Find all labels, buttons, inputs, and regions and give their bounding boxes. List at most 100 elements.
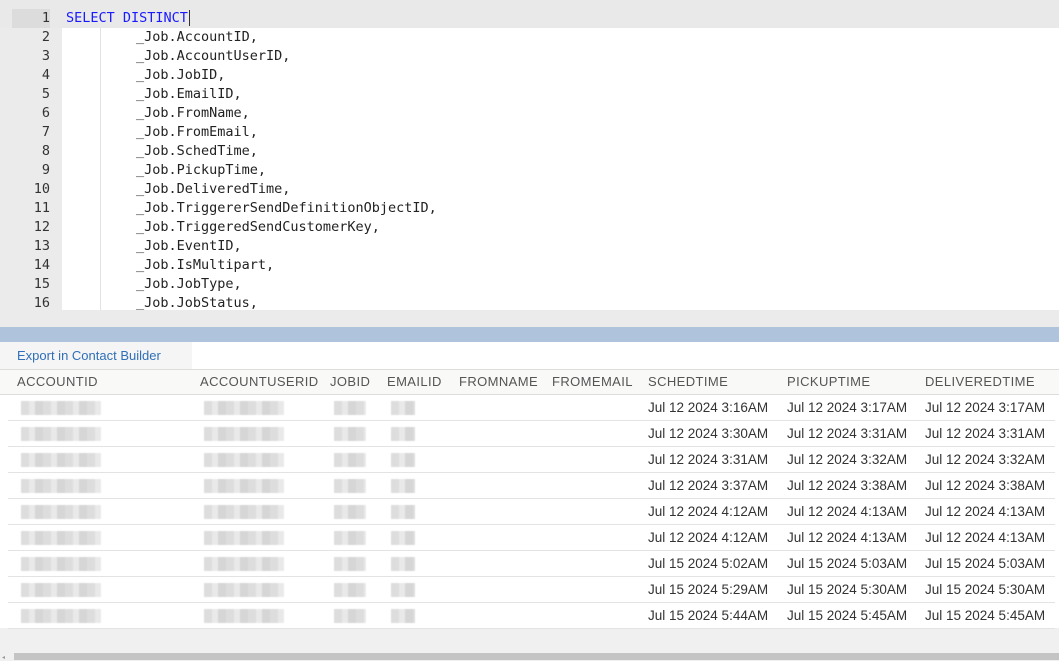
cell-deliveredtime: Jul 12 2024 4:13AM	[925, 504, 1046, 519]
code-line[interactable]: 5 _Job.EmailID,	[0, 85, 1059, 104]
column-header-accountuserid[interactable]: ACCOUNTUSERID	[200, 370, 319, 394]
redacted-cell-accountid	[21, 505, 101, 519]
code-text: _Job.DeliveredTime,	[136, 181, 291, 197]
redacted-cell-emailid	[391, 453, 415, 467]
redacted-cell-accountuserid	[204, 583, 284, 597]
code-line[interactable]: 9 _Job.PickupTime,	[0, 161, 1059, 180]
column-header-jobid[interactable]: JOBID	[330, 370, 370, 394]
cell-schedtime: Jul 12 2024 3:37AM	[648, 478, 769, 493]
pane-splitter[interactable]	[0, 327, 1059, 342]
results-rows: Jul 12 2024 3:16AM Jul 12 2024 3:17AM Jul …	[0, 395, 1059, 629]
code-line[interactable]: 11 _Job.TriggererSendDefinitionObjectID,	[0, 199, 1059, 218]
column-header-accountid[interactable]: ACCOUNTID	[17, 370, 98, 394]
column-header-deliveredtime[interactable]: DELIVEREDTIME	[925, 370, 1035, 394]
table-row[interactable]: Jul 12 2024 3:16AM Jul 12 2024 3:17AM Jul …	[8, 395, 1055, 421]
code-line[interactable]: 12 _Job.TriggeredSendCustomerKey,	[0, 218, 1059, 237]
cell-deliveredtime: Jul 12 2024 4:13AM	[925, 530, 1046, 545]
table-row[interactable]: Jul 12 2024 3:37AM Jul 12 2024 3:38AM Jul …	[8, 473, 1055, 499]
results-header-row: ACCOUNTID ACCOUNTUSERID JOBID EMAILID FROMNA…	[0, 369, 1059, 395]
redacted-cell-emailid	[391, 479, 415, 493]
code-line[interactable]: 8 _Job.SchedTime,	[0, 142, 1059, 161]
code-text: _Job.FromName,	[136, 105, 250, 121]
line-number: 10	[33, 181, 50, 197]
column-header-fromemail[interactable]: FROMEMAIL	[552, 370, 633, 394]
code-text: _Job.JobStatus,	[136, 295, 258, 310]
redacted-cell-jobid	[334, 609, 366, 623]
redacted-cell-accountid	[21, 427, 101, 441]
table-row[interactable]: Jul 15 2024 5:02AM Jul 15 2024 5:03AM Jul …	[8, 551, 1055, 577]
code-text: _Job.EventID,	[136, 238, 242, 254]
redacted-cell-accountuserid	[204, 427, 284, 441]
table-row[interactable]: Jul 12 2024 3:31AM Jul 12 2024 3:32AM Jul …	[8, 447, 1055, 473]
code-line[interactable]: 13 _Job.EventID,	[0, 237, 1059, 256]
redacted-cell-emailid	[391, 505, 415, 519]
line-number: 11	[33, 200, 50, 216]
redacted-cell-emailid	[391, 609, 415, 623]
results-panel: Export in Contact Builder ACCOUNTID ACCOU…	[0, 342, 1059, 629]
code-line[interactable]: 6 _Job.FromName,	[0, 104, 1059, 123]
code-text: _Job.FromEmail,	[136, 124, 258, 140]
horizontal-scrollbar[interactable]	[14, 653, 1059, 660]
code-text: _Job.AccountID,	[136, 29, 258, 45]
table-row[interactable]: Jul 12 2024 4:12AM Jul 12 2024 4:13AM Jul …	[8, 499, 1055, 525]
cell-pickuptime: Jul 15 2024 5:03AM	[787, 556, 908, 571]
column-header-pickuptime[interactable]: PICKUPTIME	[787, 370, 870, 394]
code-line[interactable]: 7 _Job.FromEmail,	[0, 123, 1059, 142]
editor-bottom-bar	[0, 310, 1059, 327]
cell-pickuptime: Jul 12 2024 3:17AM	[787, 400, 908, 415]
cell-schedtime: Jul 15 2024 5:44AM	[648, 608, 769, 623]
sql-keyword: SELECT DISTINCT	[66, 9, 190, 28]
cell-deliveredtime: Jul 15 2024 5:45AM	[925, 608, 1046, 623]
redacted-cell-jobid	[334, 453, 366, 467]
redacted-cell-accountuserid	[204, 609, 284, 623]
code-line[interactable]: 4 _Job.JobID,	[0, 66, 1059, 85]
column-header-schedtime[interactable]: SCHEDTIME	[648, 370, 728, 394]
line-number: 9	[41, 162, 50, 178]
redacted-cell-accountid	[21, 479, 101, 493]
redacted-cell-accountid	[21, 609, 101, 623]
redacted-cell-accountid	[21, 531, 101, 545]
code-line[interactable]: 3 _Job.AccountUserID,	[0, 47, 1059, 66]
cell-pickuptime: Jul 12 2024 4:13AM	[787, 530, 908, 545]
sql-editor[interactable]: 1 SELECT DISTINCT 2 _Job.AccountID, 3 _Job.Ac…	[0, 0, 1059, 310]
code-lines[interactable]: 1 SELECT DISTINCT 2 _Job.AccountID, 3 _Job.Ac…	[0, 9, 1059, 310]
code-text: _Job.AccountUserID,	[136, 48, 291, 64]
cell-schedtime: Jul 12 2024 3:30AM	[648, 426, 769, 441]
code-text: _Job.SchedTime,	[136, 143, 258, 159]
column-header-fromname[interactable]: FROMNAME	[459, 370, 538, 394]
results-grid: ACCOUNTID ACCOUNTUSERID JOBID EMAILID FROMNA…	[0, 369, 1059, 629]
code-line[interactable]: 16 _Job.JobStatus,	[0, 294, 1059, 310]
redacted-cell-jobid	[334, 531, 366, 545]
line-number: 6	[41, 105, 50, 121]
redacted-cell-accountid	[21, 557, 101, 571]
results-tabstrip: Export in Contact Builder	[0, 342, 1059, 369]
cell-deliveredtime: Jul 12 2024 3:32AM	[925, 452, 1046, 467]
redacted-cell-accountuserid	[204, 505, 284, 519]
table-row[interactable]: Jul 12 2024 3:30AM Jul 12 2024 3:31AM Jul …	[8, 421, 1055, 447]
redacted-cell-accountuserid	[204, 479, 284, 493]
code-text: _Job.IsMultipart,	[136, 257, 275, 273]
cell-deliveredtime: Jul 15 2024 5:03AM	[925, 556, 1046, 571]
keyword-text: SELECT DISTINCT	[66, 10, 188, 26]
table-row[interactable]: Jul 15 2024 5:29AM Jul 15 2024 5:30AM Jul …	[8, 577, 1055, 603]
editor-top-band	[0, 0, 1059, 9]
code-line[interactable]: 15 _Job.JobType,	[0, 275, 1059, 294]
table-row[interactable]: Jul 12 2024 4:12AM Jul 12 2024 4:13AM Jul …	[8, 525, 1055, 551]
code-line[interactable]: 14 _Job.IsMultipart,	[0, 256, 1059, 275]
redacted-cell-accountid	[21, 583, 101, 597]
line-number: 3	[41, 48, 50, 64]
redacted-cell-jobid	[334, 479, 366, 493]
code-line[interactable]: 10 _Job.DeliveredTime,	[0, 180, 1059, 199]
table-row[interactable]: Jul 15 2024 5:44AM Jul 15 2024 5:45AM Jul …	[8, 603, 1055, 629]
line-number: 4	[41, 67, 50, 83]
cell-schedtime: Jul 15 2024 5:02AM	[648, 556, 769, 571]
redacted-cell-accountid	[21, 401, 101, 415]
cell-deliveredtime: Jul 12 2024 3:38AM	[925, 478, 1046, 493]
column-header-emailid[interactable]: EMAILID	[387, 370, 442, 394]
code-line[interactable]: 1 SELECT DISTINCT	[0, 9, 1059, 28]
scroll-left-icon[interactable]: ◂	[2, 654, 5, 661]
code-text: _Job.TriggeredSendCustomerKey,	[136, 219, 380, 235]
export-contact-builder-link[interactable]: Export in Contact Builder	[0, 342, 192, 369]
code-line[interactable]: 2 _Job.AccountID,	[0, 28, 1059, 47]
cell-schedtime: Jul 12 2024 4:12AM	[648, 530, 769, 545]
